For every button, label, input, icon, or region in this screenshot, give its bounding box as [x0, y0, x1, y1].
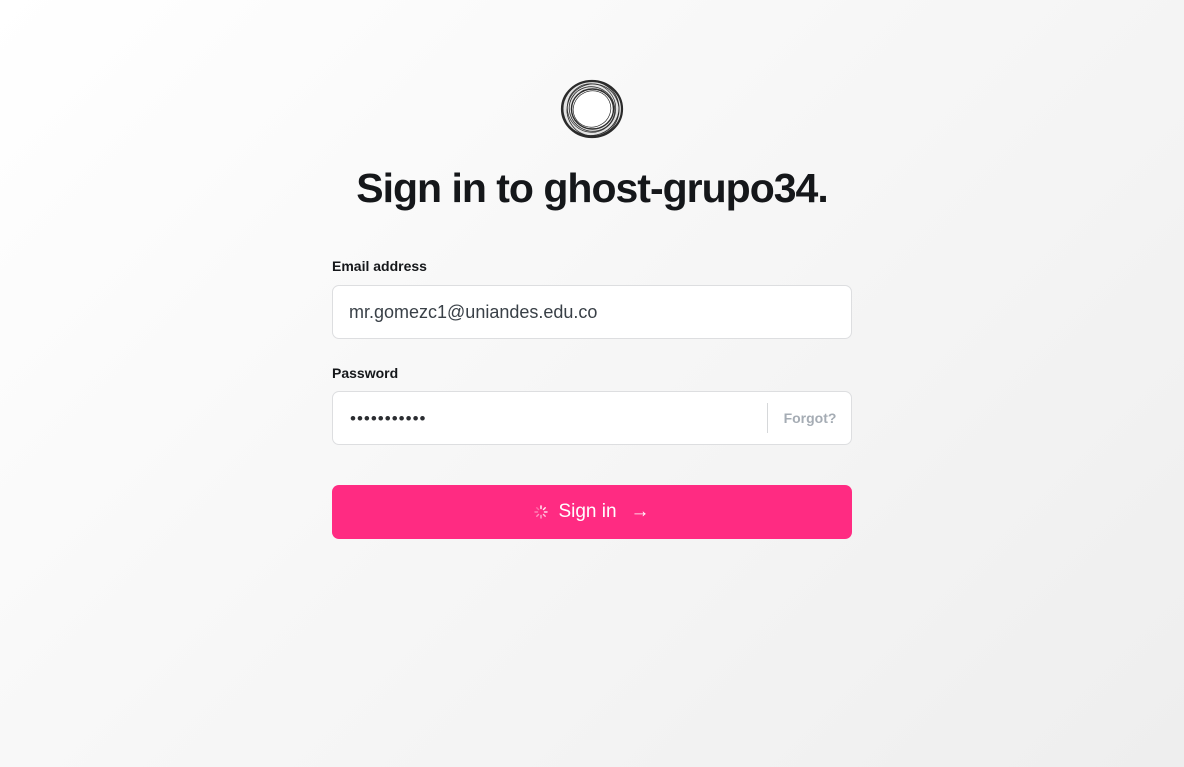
forgot-divider	[767, 403, 768, 433]
page-title: Sign in to ghost-grupo34.	[356, 165, 829, 211]
password-label: Password	[332, 365, 399, 381]
ghost-logo-icon	[558, 78, 626, 140]
sign-in-label: Sign in	[558, 501, 617, 522]
arrow-right-icon: →	[630, 501, 650, 522]
password-input[interactable]: •••••••••••	[350, 392, 426, 444]
loading-spinner-icon	[534, 505, 549, 519]
sign-in-button[interactable]: Sign in →	[332, 485, 852, 539]
forgot-password-button[interactable]: Forgot?	[776, 392, 844, 444]
password-field-wrapper[interactable]: ••••••••••• Forgot?	[332, 391, 852, 445]
sign-in-button-content: Sign in →	[332, 485, 852, 539]
email-input[interactable]	[349, 286, 749, 338]
email-label: Email address	[332, 258, 427, 274]
email-field-wrapper[interactable]	[332, 285, 852, 339]
